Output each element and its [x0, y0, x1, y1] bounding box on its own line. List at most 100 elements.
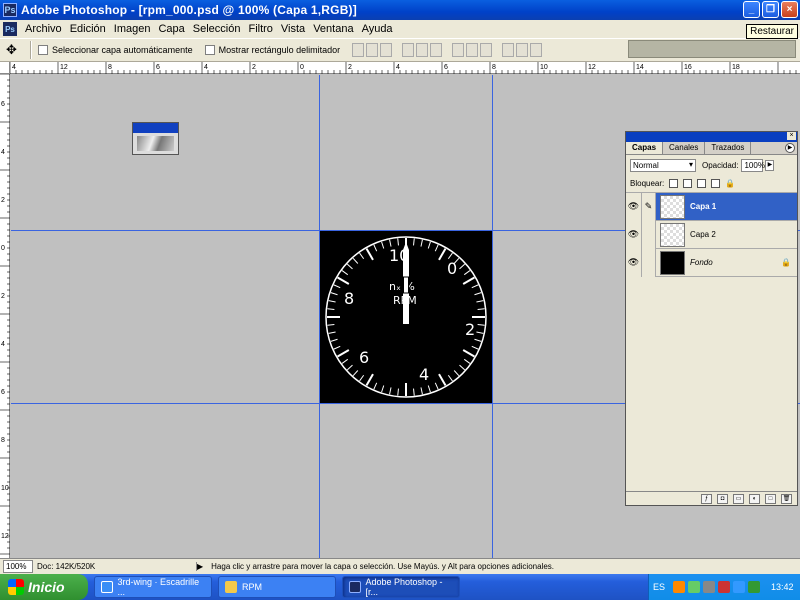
- new-layer-icon[interactable]: □: [765, 493, 776, 504]
- move-tool-icon[interactable]: ✥: [6, 42, 24, 58]
- gauge-tick: [365, 248, 374, 261]
- menu-edicion[interactable]: Edición: [66, 23, 110, 35]
- tab-capas[interactable]: Capas: [626, 142, 664, 154]
- ruler-label: 6: [1, 101, 5, 108]
- close-button[interactable]: ×: [781, 1, 798, 18]
- gauge-tick: [381, 385, 385, 393]
- menu-ventana[interactable]: Ventana: [309, 23, 357, 35]
- lock-transparency-checkbox[interactable]: [669, 179, 679, 188]
- layer-row-fondo[interactable]: 👁 Fondo 🔒: [626, 248, 797, 277]
- minimized-document-window[interactable]: [132, 122, 179, 155]
- show-bounds-checkbox[interactable]: [204, 45, 215, 55]
- tab-canales[interactable]: Canales: [663, 142, 706, 154]
- layers-palette-titlebar[interactable]: ×: [626, 132, 797, 142]
- gauge-tick: [341, 358, 349, 364]
- distribute-vcenter-icon[interactable]: [466, 43, 479, 57]
- distribute-hcenter-icon[interactable]: [516, 43, 529, 57]
- trash-icon[interactable]: 🗑: [781, 493, 792, 504]
- lock-image-checkbox[interactable]: [683, 179, 693, 188]
- menu-vista[interactable]: Vista: [277, 23, 309, 35]
- link-cell[interactable]: [642, 220, 656, 249]
- ruler-origin[interactable]: [0, 62, 10, 74]
- layers-palette: × Capas Canales Trazados ▶ Normal Opacid…: [625, 131, 798, 506]
- eye-icon[interactable]: 👁: [626, 192, 642, 221]
- gauge-tick: [459, 263, 466, 270]
- minimized-window-titlebar[interactable]: [133, 123, 178, 133]
- guide-vertical[interactable]: [492, 75, 493, 558]
- lock-all-checkbox[interactable]: [711, 179, 721, 188]
- lock-position-checkbox[interactable]: [697, 179, 707, 188]
- tray-app-icon[interactable]: [673, 581, 686, 593]
- ruler-label: 2: [1, 197, 5, 204]
- antivirus-icon[interactable]: [718, 581, 731, 593]
- tray-app-icon[interactable]: [733, 581, 746, 593]
- gauge-tick: [341, 270, 349, 276]
- document-icon[interactable]: Ps: [3, 22, 17, 36]
- link-cell[interactable]: [642, 248, 656, 277]
- align-left-icon[interactable]: [402, 43, 415, 57]
- distribute-left-icon[interactable]: [502, 43, 515, 57]
- start-button[interactable]: Inicio: [0, 574, 88, 600]
- guide-vertical[interactable]: [319, 75, 320, 558]
- align-hcenter-icon[interactable]: [416, 43, 429, 57]
- layer-mask-icon[interactable]: ◘: [717, 493, 728, 504]
- opacity-slider-icon[interactable]: ▶: [765, 159, 775, 171]
- gauge-number: 4: [419, 365, 429, 384]
- menu-imagen[interactable]: Imagen: [110, 23, 155, 35]
- vertical-ruler[interactable]: 64202468101214: [0, 73, 10, 588]
- layer-row-capa-1[interactable]: 👁 ✎ Capa 1: [626, 192, 797, 221]
- ruler-label: 8: [1, 437, 5, 444]
- brush-icon[interactable]: ✎: [642, 192, 656, 221]
- clock[interactable]: 13:42: [771, 582, 794, 592]
- layer-row-capa-2[interactable]: 👁 Capa 2: [626, 220, 797, 249]
- new-set-icon[interactable]: ▭: [733, 493, 744, 504]
- separator: [30, 41, 32, 59]
- align-bottom-icon[interactable]: [380, 43, 393, 57]
- menu-capa[interactable]: Capa: [154, 23, 188, 35]
- opacity-input[interactable]: 100%: [741, 158, 765, 172]
- distribute-bottom-icon[interactable]: [480, 43, 493, 57]
- auto-select-checkbox[interactable]: [38, 45, 48, 55]
- language-indicator[interactable]: ES: [653, 582, 665, 592]
- gauge-tick: [373, 244, 378, 252]
- gauge-tick: [471, 345, 479, 350]
- minimize-button[interactable]: _: [743, 1, 760, 18]
- doc-info[interactable]: Doc: 142K/520K: [37, 562, 197, 571]
- menu-ayuda[interactable]: Ayuda: [358, 23, 397, 35]
- tab-trazados[interactable]: Trazados: [705, 142, 752, 154]
- distribute-top-icon[interactable]: [452, 43, 465, 57]
- palette-menu-icon[interactable]: ▶: [785, 143, 795, 153]
- restore-button[interactable]: ❐: [762, 1, 779, 18]
- distribute-right-icon[interactable]: [530, 43, 543, 57]
- status-bar: 100% Doc: 142K/520K ▶ Haga clic y arrast…: [0, 558, 800, 574]
- menu-filtro[interactable]: Filtro: [244, 23, 276, 35]
- network-icon[interactable]: [688, 581, 701, 593]
- eye-icon[interactable]: 👁: [626, 220, 642, 249]
- start-label: Inicio: [28, 579, 65, 595]
- tray-app-icon[interactable]: [703, 581, 716, 593]
- zoom-input[interactable]: 100%: [3, 560, 33, 573]
- menu-seleccion[interactable]: Selección: [189, 23, 245, 35]
- close-palette-icon[interactable]: ×: [787, 132, 796, 140]
- align-top-icon[interactable]: [352, 43, 365, 57]
- task-button-photoshop[interactable]: Adobe Photoshop - [r...: [342, 576, 460, 598]
- rpm-gauge-image[interactable]: 1008264nₓ %RPM: [319, 230, 493, 404]
- layer-style-icon[interactable]: ƒ: [701, 493, 712, 504]
- task-label: RPM: [242, 582, 262, 592]
- gauge-tick: [330, 338, 338, 342]
- blend-mode-select[interactable]: Normal: [630, 158, 696, 172]
- palette-well[interactable]: [628, 40, 796, 58]
- horizontal-ruler[interactable]: 4 12 8 6 4 2 0 2 4 6 8 10 12 14 16 18: [9, 62, 800, 74]
- adjustment-layer-icon[interactable]: ◐: [749, 493, 760, 504]
- task-button-browser[interactable]: 3rd-wing · Escadrille ...: [94, 576, 212, 598]
- eye-icon[interactable]: 👁: [626, 248, 642, 277]
- minimized-window-thumbnail: [137, 136, 174, 151]
- layer-thumbnail: [660, 194, 685, 219]
- ruler-label: 2: [1, 293, 5, 300]
- status-arrow-icon[interactable]: ▶: [197, 562, 203, 571]
- align-vcenter-icon[interactable]: [366, 43, 379, 57]
- align-right-icon[interactable]: [430, 43, 443, 57]
- volume-icon[interactable]: [748, 581, 761, 593]
- task-button-folder[interactable]: RPM: [218, 576, 336, 598]
- menu-archivo[interactable]: Archivo: [21, 23, 66, 35]
